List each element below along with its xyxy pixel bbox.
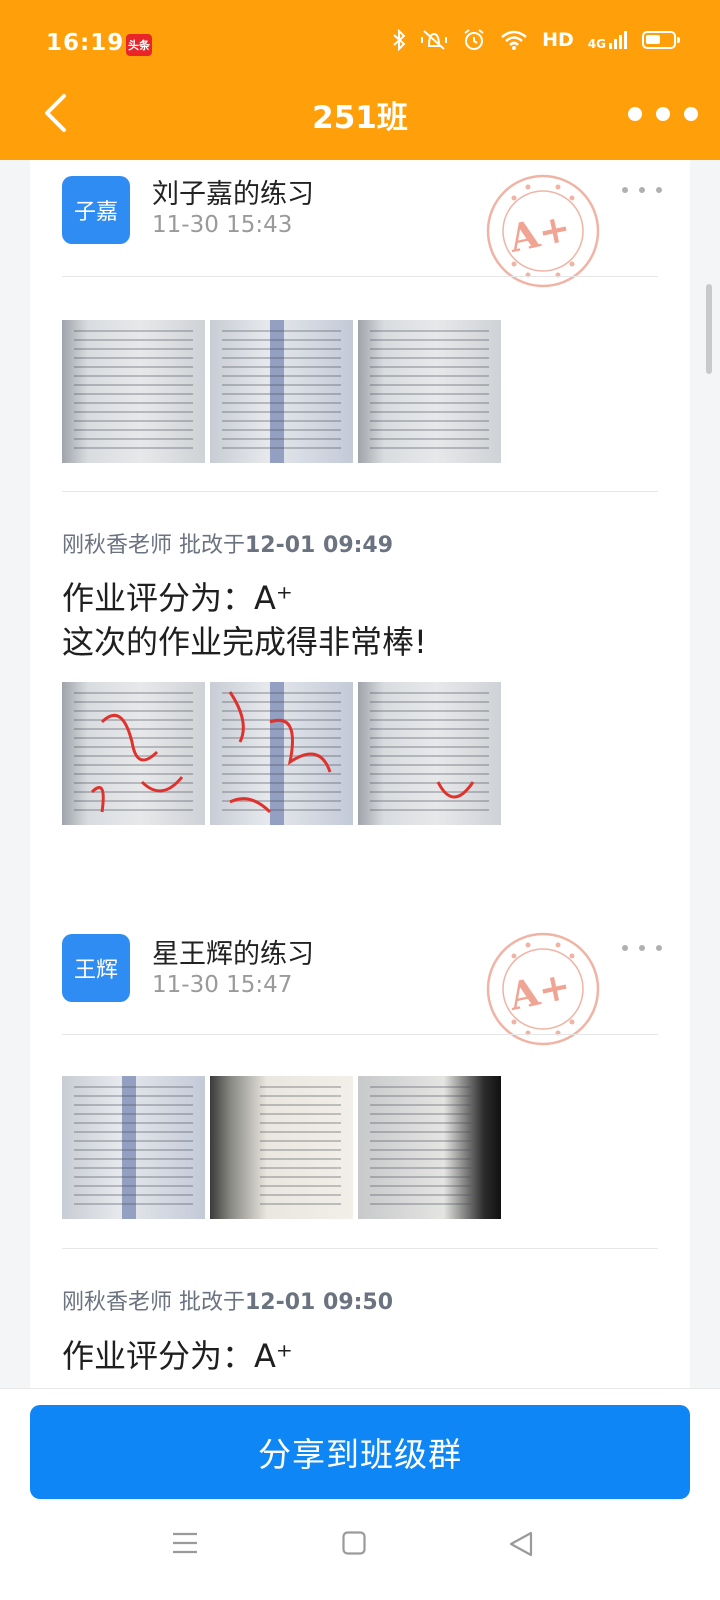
- card-more-button[interactable]: [622, 938, 662, 958]
- menu-icon[interactable]: [172, 1531, 198, 1559]
- card-title: 星王辉的练习: [152, 939, 314, 970]
- graded-image[interactable]: [358, 682, 501, 825]
- card-title: 刘子嘉的练习: [152, 179, 314, 210]
- status-icons: HD 4G: [392, 28, 680, 52]
- homework-feed[interactable]: 子嘉 刘子嘉的练习 11-30 15:43 A+ 刚秋香老师 批改于12-01 …: [0, 160, 720, 1388]
- divider: [62, 1248, 658, 1249]
- comment-line: 这次的作业完成得非常棒!: [62, 623, 427, 661]
- avatar[interactable]: 王辉: [62, 934, 130, 1002]
- more-options-button[interactable]: [628, 94, 698, 134]
- submission-image[interactable]: [62, 320, 205, 463]
- back-triangle-icon[interactable]: [508, 1531, 534, 1561]
- bluetooth-icon: [393, 29, 406, 51]
- grade-line: 作业评分为：A⁺: [62, 579, 293, 617]
- graded-images: [62, 682, 501, 825]
- submission-images: [62, 320, 501, 463]
- stamp-text: A+: [504, 204, 574, 261]
- hd-indicator: HD: [542, 29, 574, 51]
- status-time: 16:19: [46, 30, 125, 56]
- homework-card: 王辉 星王辉的练习 11-30 15:47 A+ 刚秋香老师 批改于12-01 …: [30, 900, 690, 1388]
- nav-bar: 251班: [0, 80, 720, 146]
- grade-comment: 作业评分为：A⁺ 这次的作业完成得非常棒!: [62, 576, 427, 664]
- card-time: 11-30 15:47: [152, 972, 293, 998]
- battery-icon: [642, 31, 680, 49]
- graded-by-text: 刚秋香老师 批改于12-01 09:50: [62, 1284, 393, 1316]
- home-square-icon[interactable]: [342, 1531, 366, 1559]
- grade-line: 作业评分为：A⁺: [62, 1337, 293, 1375]
- alarm-icon: [464, 29, 484, 50]
- grader-name: 刚秋香老师 批改于: [62, 533, 245, 558]
- wifi-icon: [501, 30, 527, 50]
- divider: [62, 1034, 658, 1035]
- stamp-text: A+: [504, 962, 574, 1019]
- avatar[interactable]: 子嘉: [62, 176, 130, 244]
- bottom-bar: 分享到班级群: [0, 1388, 720, 1600]
- divider: [62, 491, 658, 492]
- grade-stamp-icon: A+: [486, 174, 600, 288]
- signal-icon: 4G: [588, 30, 628, 50]
- system-nav-bar: [0, 1519, 720, 1579]
- network-type: 4G: [587, 37, 606, 51]
- share-to-class-group-button[interactable]: 分享到班级群: [30, 1405, 690, 1499]
- app-notification-icon: 头条: [126, 34, 152, 56]
- graded-by-text: 刚秋香老师 批改于12-01 09:49: [62, 527, 393, 559]
- app-header: 16:19 头条 HD 4G 251班: [0, 0, 720, 160]
- status-bar: 16:19 头条 HD 4G: [0, 24, 720, 64]
- submission-image[interactable]: [210, 320, 353, 463]
- card-more-button[interactable]: [622, 180, 662, 200]
- graded-at: 12-01 09:50: [245, 1290, 394, 1315]
- submission-image[interactable]: [358, 320, 501, 463]
- submission-image[interactable]: [210, 1076, 353, 1219]
- card-time: 11-30 15:43: [152, 212, 293, 238]
- submission-image[interactable]: [62, 1076, 205, 1219]
- graded-image[interactable]: [210, 682, 353, 825]
- grade-stamp-icon: A+: [486, 932, 600, 1046]
- page-title: 251班: [312, 100, 408, 136]
- submission-images: [62, 1076, 501, 1219]
- divider: [62, 276, 658, 277]
- mute-vibrate-icon: [421, 30, 448, 50]
- scrollbar[interactable]: [706, 284, 712, 374]
- grade-comment: 作业评分为：A⁺: [62, 1334, 293, 1378]
- graded-at: 12-01 09:49: [245, 533, 394, 558]
- graded-image[interactable]: [62, 682, 205, 825]
- submission-image[interactable]: [358, 1076, 501, 1219]
- more-dots-icon: [628, 107, 642, 121]
- grader-name: 刚秋香老师 批改于: [62, 1290, 245, 1315]
